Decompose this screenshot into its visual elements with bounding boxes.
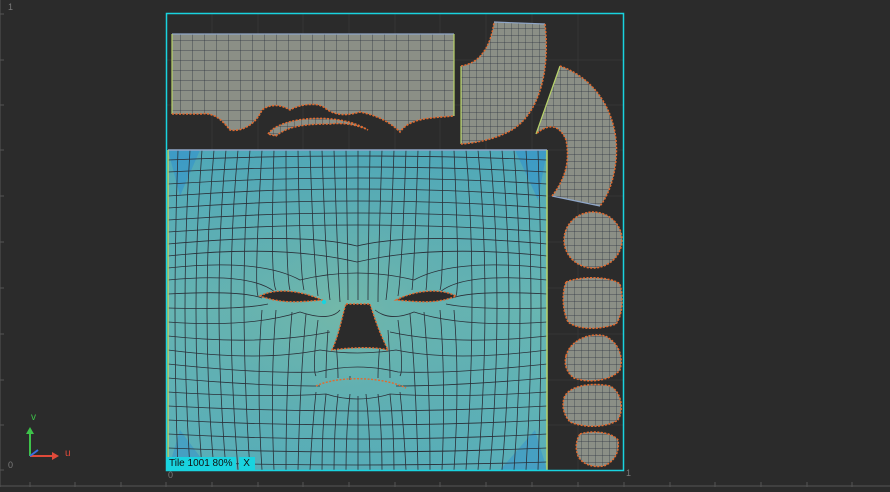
close-tile-button[interactable]: X xyxy=(238,457,255,471)
uv-shell-neck-2[interactable] xyxy=(535,65,618,207)
uv-shell-lip[interactable] xyxy=(266,117,369,137)
uv-axis-icon xyxy=(26,427,59,460)
uv-canvas[interactable] xyxy=(0,0,890,487)
ruler-label-right: 1 xyxy=(626,468,632,478)
uv-shell-small-4[interactable] xyxy=(562,383,623,427)
axis-v-label: v xyxy=(31,412,36,423)
uv-shell-neck-1[interactable] xyxy=(460,21,547,145)
uv-viewport[interactable] xyxy=(0,0,890,487)
uv-shell-small-3[interactable] xyxy=(564,334,622,382)
uv-shell-small-1[interactable] xyxy=(563,211,623,269)
tile-label: Tile 1001 80% xyxy=(166,457,236,471)
uv-shell-small-2[interactable] xyxy=(562,277,623,329)
tile-status-bar: Tile 1001 80% X xyxy=(166,457,255,471)
uv-shell-face[interactable] xyxy=(167,149,548,470)
ruler-label-bottom: 0 xyxy=(8,460,14,470)
ruler-bottom xyxy=(0,482,890,487)
ruler-label-origin: 0 xyxy=(168,470,174,480)
uv-shell-forehead[interactable] xyxy=(171,33,455,134)
ruler-label-top: 1 xyxy=(8,2,14,12)
ruler-left xyxy=(0,0,4,487)
selected-vertex[interactable] xyxy=(321,299,327,305)
uv-shell-small-5[interactable] xyxy=(575,431,620,468)
axis-u-label: u xyxy=(65,448,71,459)
